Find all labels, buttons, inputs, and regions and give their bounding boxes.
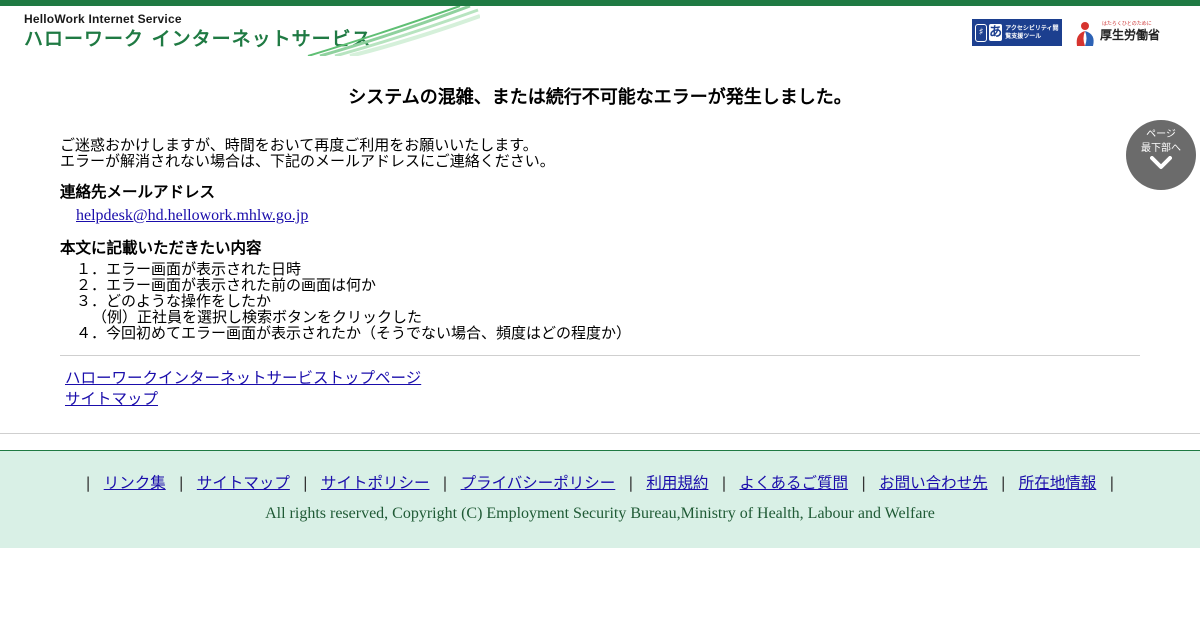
intro-line-1: ご迷惑おかけしますが、時間をおいて再度ご利用をお願いいたします。 (60, 136, 538, 154)
footer-separator: | (178, 474, 184, 492)
footer-separator: | (442, 474, 448, 492)
list-item: ４．今回初めてエラー画面が表示されたか（そうでない場合、頻度はどの程度か） (76, 324, 632, 342)
intro-text: ご迷惑おかけしますが、時間をおいて再度ご利用をお願いいたします。 エラーが解消さ… (60, 137, 1140, 169)
intro-line-2: エラーが解消されない場合は、下記のメールアドレスにご連絡ください。 (60, 152, 555, 170)
footer-link-privacy-policy[interactable]: プライバシーポリシー (461, 474, 616, 492)
footer-link-terms[interactable]: 利用規約 (646, 474, 708, 492)
list-item: １．エラー画面が表示された日時 (76, 260, 302, 278)
sitemap-link[interactable]: サイトマップ (65, 389, 1140, 410)
header-swoosh-decoration (307, 6, 480, 56)
contact-email-link[interactable]: helpdesk@hd.hellowork.mhlw.go.jp (76, 207, 308, 225)
footer-separator: | (628, 474, 634, 492)
footer-nav: | リンク集 | サイトマップ | サイトポリシー | プライバシーポリシー |… (0, 473, 1200, 493)
main-content: ご迷惑おかけしますが、時間をおいて再度ご利用をお願いいたします。 エラーが解消さ… (60, 137, 1140, 410)
scroll-button-label-2: 最下部へ (1141, 143, 1181, 154)
ministry-name: 厚生労働省 (1100, 27, 1161, 42)
content-items-list: １．エラー画面が表示された日時 ２．エラー画面が表示された前の画面は何か ３．ど… (60, 261, 1140, 341)
ministry-emblem-icon (1076, 22, 1094, 46)
list-item-example: （例）正社員を選択し検索ボタンをクリックした (92, 308, 423, 326)
ministry-tagline: はたらくひとのために (1102, 21, 1152, 27)
site-footer: | リンク集 | サイトマップ | サイトポリシー | プライバシーポリシー |… (0, 450, 1200, 548)
ministry-logo[interactable]: はたらくひとのために 厚生労働省 (1072, 18, 1162, 50)
page-links: ハローワークインターネットサービストップページ サイトマップ (65, 368, 1140, 410)
footer-link-links[interactable]: リンク集 (104, 474, 166, 492)
footer-separator: | (1000, 474, 1006, 492)
contact-heading: 連絡先メールアドレス (60, 183, 216, 201)
footer-link-location[interactable]: 所在地情報 (1019, 474, 1097, 492)
speaker-icon: ♯ (975, 23, 988, 42)
list-item: ３．どのような操作をしたか (76, 292, 272, 310)
footer-separator: | (85, 474, 91, 492)
top-page-link[interactable]: ハローワークインターネットサービストップページ (65, 368, 1140, 389)
copyright-text: All rights reserved, Copyright (C) Emplo… (265, 505, 935, 522)
footer-link-site-policy[interactable]: サイトポリシー (321, 474, 430, 492)
scroll-button-label-1: ページ (1146, 129, 1176, 140)
error-title: システムの混雑、または続行不可能なエラーが発生しました。 (348, 87, 852, 108)
footer-separator: | (860, 474, 867, 492)
site-header: HelloWork Internet Service ハローワーク インターネッ… (0, 6, 1200, 56)
footer-link-contact[interactable]: お問い合わせ先 (879, 474, 988, 492)
footer-link-faq[interactable]: よくあるご質問 (740, 474, 849, 492)
footer-separator: | (1109, 474, 1115, 492)
scroll-to-bottom-button[interactable]: ページ 最下部へ (1126, 120, 1196, 190)
footer-separator: | (721, 474, 727, 492)
footer-link-sitemap[interactable]: サイトマップ (197, 474, 290, 492)
accessibility-badge-label: アクセシビリティ閲覧支援ツール (1005, 24, 1059, 40)
accessibility-tool-badge[interactable]: ♯ あ アクセシビリティ閲覧支援ツール (972, 19, 1062, 46)
footer-top-divider (0, 433, 1200, 434)
list-item: ２．エラー画面が表示された前の画面は何か (76, 276, 377, 294)
chevron-down-icon (1150, 156, 1172, 169)
content-divider (60, 355, 1140, 356)
content-heading: 本文に記載いただきたい内容 (60, 239, 262, 257)
footer-separator: | (302, 474, 309, 492)
hiragana-a-icon: あ (989, 24, 1003, 41)
